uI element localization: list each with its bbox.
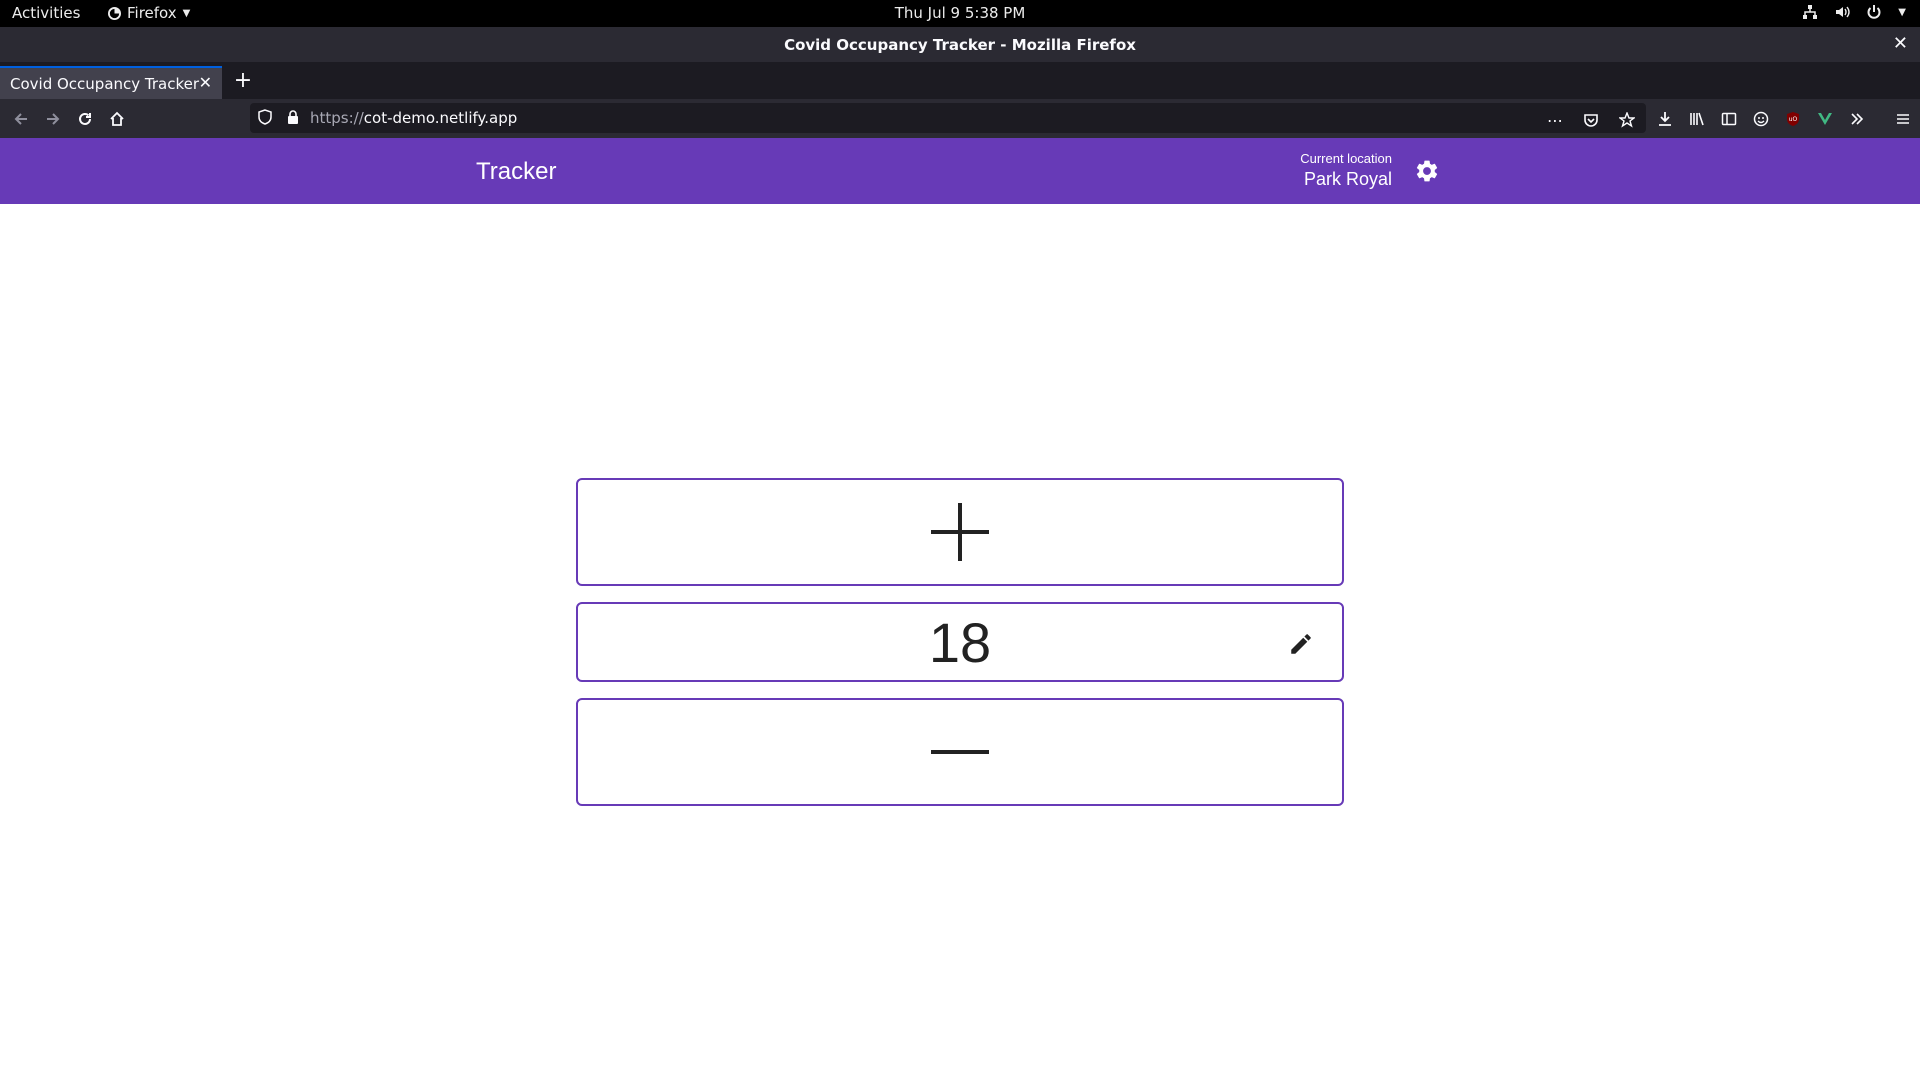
current-location-value: Park Royal [1303,169,1392,189]
close-tab-icon[interactable]: ✕ [199,73,212,92]
current-location: Current location Park Royal [1280,151,1392,190]
occupancy-count: 18 [576,602,1344,682]
settings-gear-icon [1416,160,1438,182]
svg-text:uO: uO [1789,116,1798,123]
lock-icon[interactable] [286,109,300,125]
tab-label: Covid Occupancy Tracker [10,75,200,93]
occupancy-count-value: 18 [928,610,992,674]
decrement-button[interactable] [576,698,1344,806]
sidebar-icon[interactable] [1716,106,1742,132]
pencil-icon [1291,634,1311,654]
volume-icon [1836,6,1850,18]
ublock-icon[interactable]: uO [1780,106,1806,132]
more-icon[interactable]: ⋯ [1542,107,1568,133]
tab-strip: Covid Occupancy Tracker ✕ + [0,63,1920,99]
url-bar[interactable]: https://cot-demo.netlify.app ⋯ [250,103,1646,133]
window-title-bar: Covid Occupancy Tracker - Mozilla Firefo… [0,27,1920,63]
toolbar-right: uO [1652,106,1916,132]
current-location-label: Current location [1300,151,1392,166]
window-title: Covid Occupancy Tracker - Mozilla Firefo… [784,36,1136,54]
bookmark-star-icon[interactable] [1614,107,1640,133]
system-tray[interactable]: ▼ [1802,4,1906,20]
app-title: Tracker [476,158,557,185]
reload-icon[interactable] [72,106,98,132]
pocket-icon[interactable] [1578,107,1604,133]
vue-devtools-icon[interactable] [1812,106,1838,132]
new-tab-button[interactable]: + [230,68,256,94]
back-icon[interactable] [8,106,34,132]
url-bar-actions: ⋯ [1542,107,1640,133]
minus-icon [931,750,989,754]
tab-covid-occupancy-tracker[interactable]: Covid Occupancy Tracker ✕ [0,66,222,99]
close-window-icon[interactable]: ✕ [1893,33,1908,54]
chevron-down-icon: ▼ [1898,6,1906,18]
network-icon [1803,5,1818,19]
overflow-icon[interactable] [1844,106,1870,132]
forward-icon[interactable] [40,106,66,132]
home-icon[interactable] [104,106,130,132]
increment-button[interactable] [576,478,1344,586]
system-top-bar: Activities Firefox ▼ Thu Jul 9 5:38 PM ▼ [0,0,1920,27]
url-text: https://cot-demo.netlify.app [310,109,518,127]
edit-count-button[interactable] [1286,629,1316,659]
shield-icon[interactable] [258,109,272,125]
navigation-toolbar: https://cot-demo.netlify.app ⋯ uO [0,99,1920,138]
library-icon[interactable] [1684,106,1710,132]
plus-icon [931,503,989,561]
app-header: Tracker Current location Park Royal [0,138,1920,204]
hamburger-menu-icon[interactable] [1890,106,1916,132]
settings-button[interactable] [1412,156,1442,186]
power-icon [1867,5,1881,19]
account-icon[interactable] [1748,106,1774,132]
download-icon[interactable] [1652,106,1678,132]
clock[interactable]: Thu Jul 9 5:38 PM [0,4,1920,22]
